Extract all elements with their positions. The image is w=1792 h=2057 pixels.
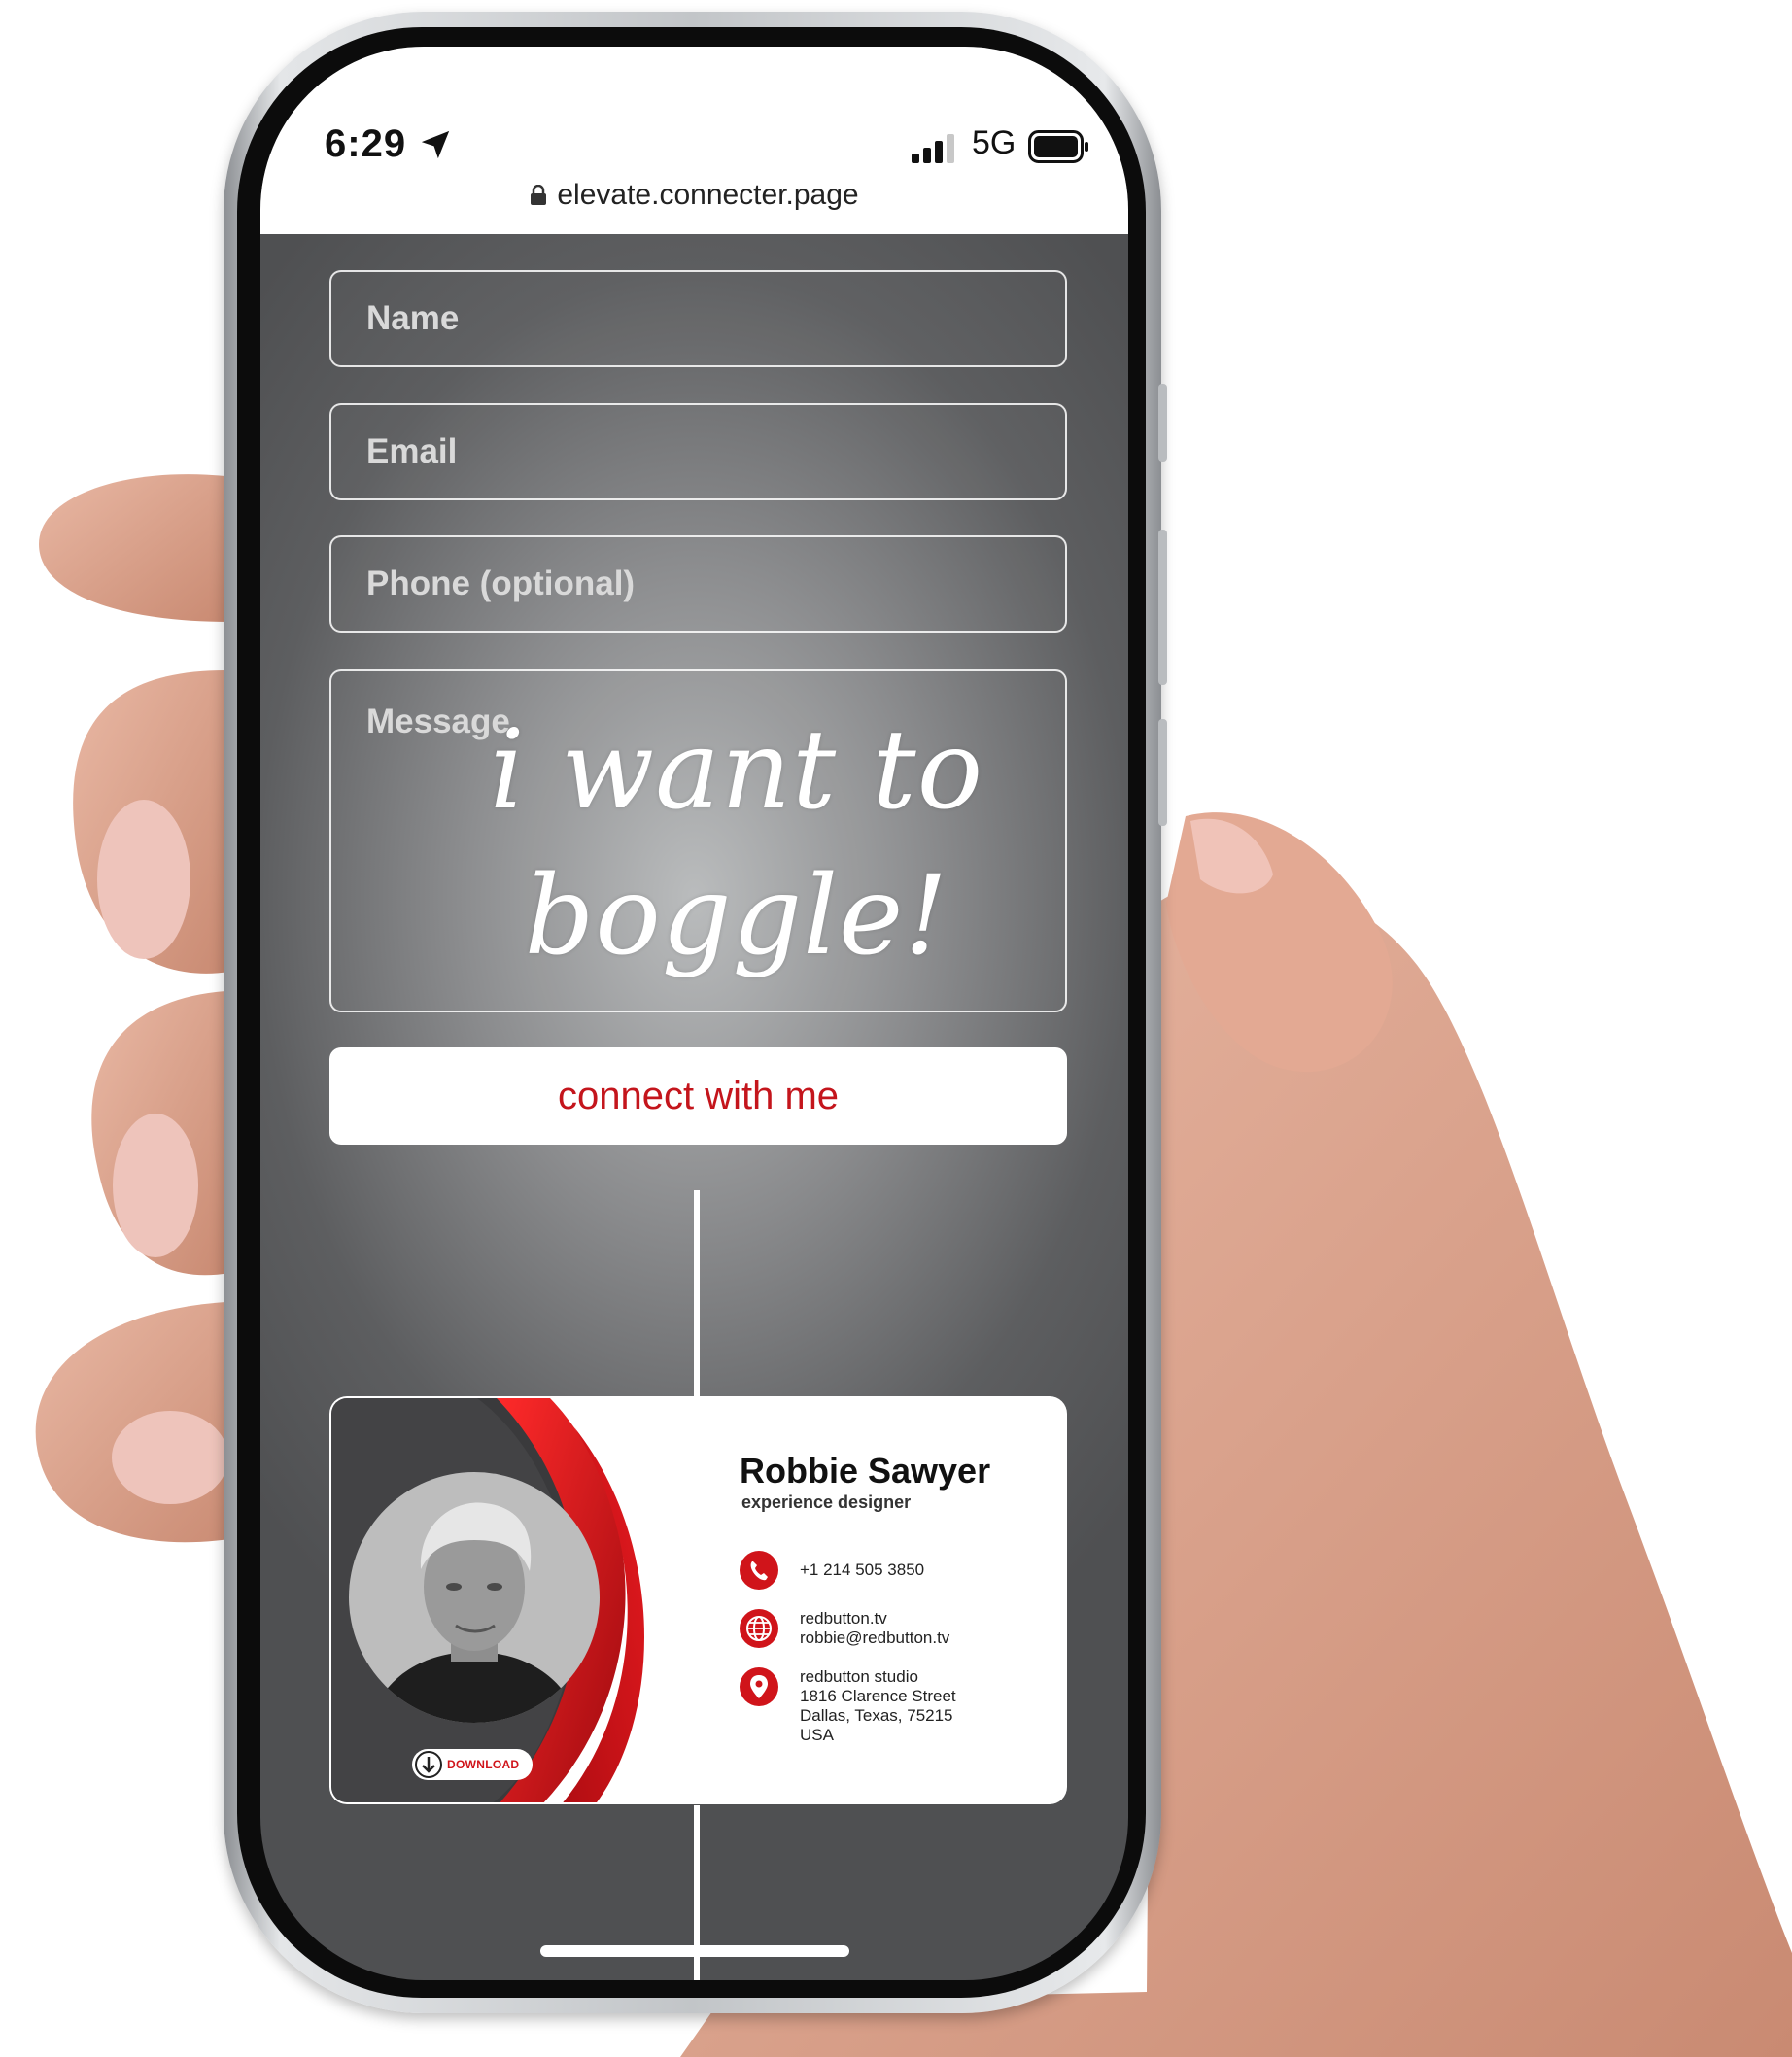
network-type: 5G <box>972 124 1017 161</box>
handwriting-line-1: i want to <box>489 707 984 834</box>
side-button <box>1158 719 1167 826</box>
card-address-line-4: USA <box>800 1726 834 1744</box>
status-time: 6:29 <box>325 122 407 165</box>
download-button[interactable]: DOWNLOAD <box>412 1749 533 1780</box>
status-bar: 6:29 5G elevate.connecter.page <box>260 47 1128 234</box>
card-address-line-3: Dallas, Texas, 75215 <box>800 1706 953 1725</box>
volume-button <box>1158 384 1167 462</box>
phone-icon <box>740 1551 778 1590</box>
address-bar[interactable]: elevate.connecter.page <box>260 179 1128 212</box>
lock-icon <box>531 185 547 205</box>
home-indicator[interactable] <box>540 1945 849 1957</box>
card-website[interactable]: redbutton.tv <box>800 1609 887 1628</box>
url-text: elevate.connecter.page <box>557 179 859 211</box>
connect-button[interactable]: connect with me <box>329 1047 1067 1145</box>
divider-line <box>694 1190 700 1396</box>
card-address-line-1: redbutton studio <box>800 1667 918 1686</box>
profile-photo <box>349 1472 600 1723</box>
email-input[interactable]: Email <box>329 403 1067 500</box>
card-job-title: experience designer <box>741 1492 912 1512</box>
volume-button <box>1158 530 1167 685</box>
handwriting-line-2: boggle! <box>524 853 949 979</box>
handwritten-overlay: i want to boggle! <box>484 698 989 989</box>
signal-bars-icon <box>912 134 954 163</box>
download-arrow-icon <box>415 1751 442 1778</box>
card-phone[interactable]: +1 214 505 3850 <box>800 1560 924 1580</box>
card-email[interactable]: robbie@redbutton.tv <box>800 1628 949 1648</box>
phone-input[interactable]: Phone (optional) <box>329 535 1067 633</box>
map-pin-icon <box>740 1667 778 1706</box>
location-arrow-icon <box>421 130 450 159</box>
name-input[interactable]: Name <box>329 270 1067 367</box>
card-person-name: Robbie Sawyer <box>740 1451 991 1491</box>
battery-icon <box>1028 130 1088 163</box>
download-label: DOWNLOAD <box>447 1758 520 1771</box>
business-card[interactable]: DOWNLOAD Robbie Sawyer experience design… <box>329 1396 1067 1804</box>
card-address-line-2: 1816 Clarence Street <box>800 1687 956 1705</box>
globe-icon <box>740 1609 778 1648</box>
phone-screen: 6:29 5G elevate.connecter.page Name Emai… <box>260 47 1128 1980</box>
